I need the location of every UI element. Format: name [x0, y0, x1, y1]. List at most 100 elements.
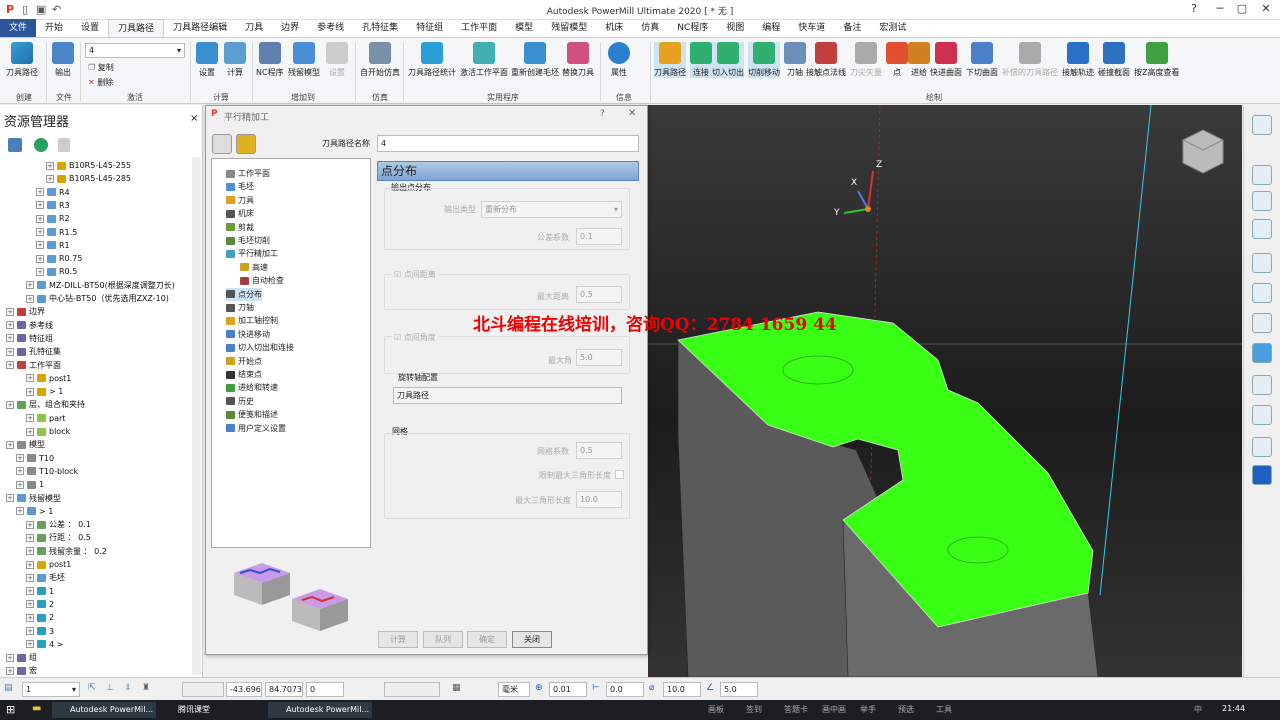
expand-icon[interactable]: +: [6, 666, 14, 675]
draw-10-button[interactable]: 下切曲面: [966, 42, 998, 78]
zoom-icon[interactable]: [1252, 219, 1272, 239]
expand-icon[interactable]: +: [26, 427, 34, 436]
tab-19[interactable]: 备注: [834, 19, 870, 37]
expand-icon[interactable]: +: [26, 294, 34, 303]
globe-icon[interactable]: [34, 138, 48, 152]
expand-icon[interactable]: +: [6, 440, 14, 449]
tree-item[interactable]: + 工作平面: [6, 359, 61, 372]
toolpath-stats-button[interactable]: 刀具路径统计: [408, 42, 456, 78]
close-icon[interactable]: ×: [190, 113, 198, 124]
expand-icon[interactable]: +: [26, 281, 34, 290]
tree-item[interactable]: +1: [26, 585, 54, 598]
copy-button[interactable]: ❐ 复制: [88, 62, 114, 73]
zoom-in-icon[interactable]: [1252, 283, 1272, 303]
strategy-tree-item[interactable]: 机床: [226, 207, 254, 220]
folder-icon[interactable]: ▬: [32, 703, 41, 714]
tab-1[interactable]: 开始: [36, 19, 72, 37]
expand-icon[interactable]: +: [16, 467, 24, 476]
taskbar-item[interactable]: 腾讯课堂: [160, 702, 264, 718]
strategy-tree-item[interactable]: 加工轴控制: [226, 314, 278, 327]
expand-icon[interactable]: +: [16, 454, 24, 463]
activate-workplane-button[interactable]: 激活工作平面: [460, 42, 508, 78]
tab-8[interactable]: 孔特征集: [353, 19, 407, 37]
expand-icon[interactable]: +: [36, 214, 44, 223]
tree-item[interactable]: +3: [26, 625, 54, 638]
tree-item[interactable]: + 公差 ： 0.1: [26, 518, 91, 531]
snap-icon[interactable]: ⇱: [88, 683, 96, 693]
tab-18[interactable]: 快车道: [789, 19, 834, 37]
expand-icon[interactable]: +: [26, 374, 34, 383]
expand-icon[interactable]: +: [36, 201, 44, 210]
tree-item[interactable]: + post1: [26, 372, 71, 385]
tray-item[interactable]: 工具: [936, 704, 952, 715]
shaded-view-icon[interactable]: [1252, 343, 1272, 363]
strategy-tree-item[interactable]: 工作平面: [226, 167, 270, 180]
draw-0-button[interactable]: 刀具路径: [654, 42, 686, 78]
draw-12-button[interactable]: 接触轨迹: [1062, 42, 1094, 78]
tree-item[interactable]: + R1: [36, 239, 70, 252]
strategy-tree-item[interactable]: 高速: [240, 261, 268, 274]
expand-icon[interactable]: +: [26, 600, 34, 609]
tree-item[interactable]: +2: [26, 611, 54, 624]
y-coordinate[interactable]: 84.7073: [265, 682, 303, 697]
draw-8-button[interactable]: 进给: [908, 42, 930, 78]
view-iso-icon[interactable]: [1252, 191, 1272, 211]
help-icon[interactable]: ?: [600, 109, 605, 119]
tab-17[interactable]: 编程: [753, 19, 789, 37]
tree-item[interactable]: +1: [16, 478, 44, 491]
tree-item[interactable]: + 宏: [6, 664, 37, 677]
limit-triangle-checkbox[interactable]: [615, 470, 624, 479]
tree-item[interactable]: + R4: [36, 186, 70, 199]
expand-icon[interactable]: +: [36, 228, 44, 236]
template-icon[interactable]: [212, 134, 232, 154]
tree-item[interactable]: + part: [26, 412, 65, 425]
strategy-tree-item[interactable]: 进给和转速: [226, 381, 278, 394]
rot-axis-field[interactable]: 刀具路径: [393, 387, 622, 404]
strategy-tree-item[interactable]: 毛坯切削: [226, 234, 270, 247]
expand-icon[interactable]: +: [6, 334, 14, 343]
tab-12[interactable]: 残留模型: [542, 19, 596, 37]
draw-6-button[interactable]: 刀尖矢量: [850, 42, 882, 78]
tree-item[interactable]: + 层、组合和夹持: [6, 398, 85, 411]
draw-9-button[interactable]: 快进曲面: [930, 42, 962, 78]
tree-item[interactable]: + 组: [6, 651, 37, 664]
expand-icon[interactable]: +: [6, 307, 14, 316]
tree-item[interactable]: + > 1: [26, 385, 63, 398]
view-top-icon[interactable]: [1252, 165, 1272, 185]
tree-item[interactable]: + T10-block: [16, 465, 78, 478]
max-angle-input[interactable]: 5.0: [576, 349, 622, 366]
tolerance-factor-input[interactable]: 0.1: [576, 228, 622, 245]
tree-item[interactable]: + 行距 ： 0.5: [26, 531, 91, 544]
tree-item[interactable]: + 参考线: [6, 319, 53, 332]
expand-icon[interactable]: +: [26, 387, 34, 396]
draw-14-button[interactable]: 按Z高度查看: [1134, 42, 1179, 78]
strategy-tree-item[interactable]: 毛坯: [226, 180, 254, 193]
pointer-icon[interactable]: [1252, 465, 1272, 485]
tab-11[interactable]: 模型: [506, 19, 542, 37]
tree-item[interactable]: + R1.5: [36, 226, 77, 239]
active-toolpath-select[interactable]: 4 ▾: [85, 43, 185, 58]
draw-7-button[interactable]: 点: [886, 42, 908, 78]
align-icon[interactable]: ⇓: [124, 683, 132, 693]
tab-0[interactable]: 文件: [0, 19, 37, 37]
mesh-factor-input[interactable]: 0.5: [576, 442, 622, 459]
expand-icon[interactable]: +: [36, 241, 44, 250]
minimize-button[interactable]: ─: [1208, 2, 1232, 18]
tree-item[interactable]: + T10: [16, 452, 54, 465]
delete-button[interactable]: ✕ 删除: [88, 77, 113, 88]
blank-field[interactable]: [384, 682, 440, 697]
tree-item[interactable]: + 残留余量 ： 0.2: [26, 545, 107, 558]
tree-item[interactable]: + 边界: [6, 305, 45, 318]
tree-item[interactable]: + 模型: [6, 438, 45, 451]
max-distance-input[interactable]: 0.5: [576, 286, 622, 303]
strategy-tree-item[interactable]: 刀具: [226, 194, 254, 207]
create-toolpath-button[interactable]: 刀具路径: [6, 42, 38, 78]
draw-3-button[interactable]: 切削移动: [748, 42, 780, 78]
point-distance-checkbox[interactable]: ☑ 点间距离: [392, 269, 438, 280]
expand-icon[interactable]: +: [6, 653, 14, 662]
draw-11-button[interactable]: 补偿的刀具路径: [1002, 42, 1058, 78]
expand-icon[interactable]: +: [36, 254, 44, 263]
expand-icon[interactable]: +: [26, 533, 34, 542]
export-button[interactable]: 输出: [52, 42, 74, 78]
calculator-icon[interactable]: ▦: [452, 683, 461, 693]
